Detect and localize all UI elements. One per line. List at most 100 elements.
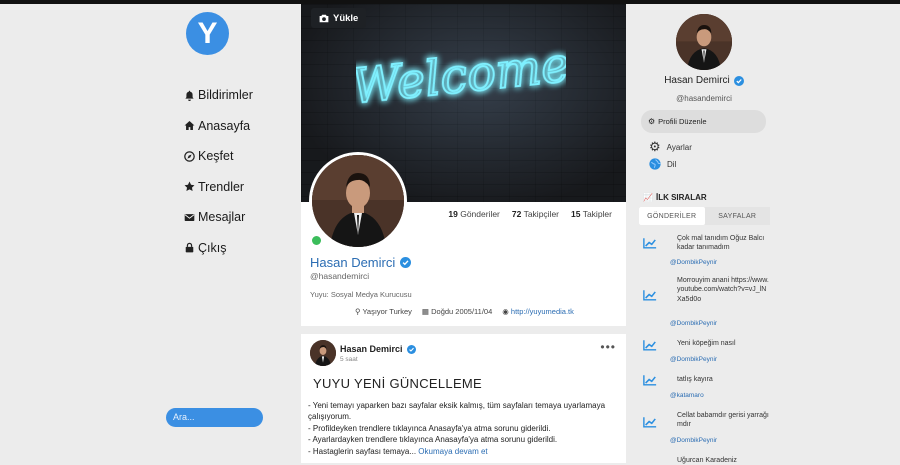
birthday: ▦ Doğdu 2005/11/04 (422, 307, 492, 316)
birthday-text: Doğdu 2005/11/04 (431, 307, 493, 316)
trend-text: Yeni köpeğim nasıl (677, 340, 736, 347)
star-icon (184, 181, 195, 192)
sidebar-user-name: Hasan Demirci (637, 75, 771, 86)
trend-text: Uğurcan Karadeniz (677, 457, 737, 464)
compass-icon (184, 150, 195, 162)
post-line: - Profildeyken trendlere tıklayınca Anas… (308, 423, 551, 433)
lock-icon (185, 243, 194, 253)
location-text: Yaşıyor Turkey (362, 307, 412, 316)
post-line: çalışıyorum. (308, 412, 352, 422)
app-logo[interactable]: Y (186, 12, 229, 55)
post-line: - Ayarlardayken trendlere tıklayınca Ana… (308, 435, 558, 445)
logo-letter: Y (197, 16, 218, 50)
sidebar-name-text: Hasan Demirci (664, 75, 730, 86)
trend-user[interactable]: @DombikPeynir (670, 259, 717, 266)
trends-tabs: GÖNDERİLER SAYFALAR (639, 207, 770, 225)
post-line-last: - Hastaglerin sayfası temaya... Okumaya … (308, 446, 620, 457)
read-more-link[interactable]: Okumaya devam et (418, 447, 487, 456)
nav-item-messages[interactable]: Mesajlar (184, 202, 253, 233)
trend-line-icon (643, 417, 657, 428)
website-link[interactable]: http://yuyumedia.tk (511, 307, 574, 316)
nav-item-explore[interactable]: Keşfet (184, 141, 253, 172)
stat-label: Takipler (582, 209, 612, 219)
tab-pages[interactable]: SAYFALAR (705, 207, 771, 225)
trend-text: Çok mal tanıdım Oğuz Balcı kadar tanımad… (677, 235, 765, 252)
sidebar-user-handle: @hasandemirci (676, 94, 732, 103)
post-author-avatar[interactable] (310, 340, 336, 366)
bell-icon (185, 90, 194, 101)
neon-text: Welcome (356, 42, 566, 115)
stat-followers[interactable]: 72 Takipçiler (512, 209, 559, 219)
calendar-icon: ▦ (421, 307, 430, 316)
upload-button[interactable]: Yükle (311, 8, 367, 28)
chart-icon: 📈 (643, 193, 653, 202)
profile-name: Hasan Demirci (310, 255, 412, 270)
nav-item-notifications[interactable]: Bildirimler (184, 80, 253, 111)
trend-line-icon (643, 238, 657, 249)
edit-profile-label: Profili Düzenle (658, 117, 707, 126)
nav-item-home[interactable]: Anasayfa (184, 111, 253, 142)
trend-text: Morrouyim anani https://www.youtube.com/… (677, 277, 769, 303)
post-time: 5 saat (340, 356, 358, 363)
trend-user[interactable]: @DombikPeynir (670, 437, 717, 444)
post-body: - Yeni temayı yaparken bazı sayfalar eks… (308, 400, 620, 457)
location: ⚲ Yaşıyor Turkey (355, 307, 412, 316)
section-divider (301, 326, 626, 334)
settings-link[interactable]: ⚙ Ayarlar (649, 139, 692, 155)
stat-label: Takipçiler (523, 209, 560, 219)
profile-handle: @hasandemirci (310, 271, 370, 281)
nav-label: Mesajlar (198, 210, 246, 225)
post-title: YUYU YENİ GÜNCELLEME (313, 376, 483, 391)
upload-label: Yükle (333, 12, 359, 24)
home-icon (184, 121, 195, 131)
profile-name-text: Hasan Demirci (310, 255, 396, 270)
avatar-photo (310, 340, 336, 366)
website: ◉ http://yuyumedia.tk (502, 307, 574, 316)
profile-bio: Yuyu: Sosyal Medya Kurucusu (310, 290, 412, 299)
stat-count: 19 (448, 209, 458, 219)
language-label: Dil (667, 159, 677, 169)
section-title-text: İLK SIRALAR (655, 193, 707, 202)
trend-user[interactable]: @DombikPeynir (670, 320, 717, 327)
edit-profile-button[interactable]: ⚙ Profili Düzenle (641, 110, 766, 133)
search-input[interactable] (166, 408, 263, 427)
nav-label: Anasayfa (198, 118, 251, 133)
settings-label: Ayarlar (666, 142, 692, 152)
trend-user[interactable]: @katamaro (670, 392, 704, 399)
trend-line-icon (643, 290, 657, 301)
nav-label: Bildirimler (198, 88, 253, 103)
nav-item-logout[interactable]: Çıkış (184, 233, 253, 264)
language-link[interactable]: Dil (649, 158, 676, 170)
verified-icon (400, 257, 412, 268)
sidebar-avatar[interactable] (676, 14, 732, 70)
avatar-photo (312, 155, 404, 247)
tab-posts[interactable]: GÖNDERİLER (639, 207, 705, 225)
profile-stats: 19 Gönderiler 72 Takipçiler 15 Takipler (448, 209, 612, 219)
globe-icon (649, 158, 661, 170)
profile-avatar[interactable] (309, 152, 407, 250)
trend-text: Cellat babamdır gerisi yarrağımdır (677, 412, 769, 429)
post-author-name: Hasan Demirci (340, 344, 403, 354)
trend-text: tatlış kayıra (677, 376, 713, 383)
stat-following[interactable]: 15 Takipler (571, 209, 612, 219)
gear-icon: ⚙ (648, 117, 656, 126)
post-author[interactable]: Hasan Demirci (340, 344, 416, 354)
stat-posts[interactable]: 19 Gönderiler (448, 209, 500, 219)
neon-welcome-sign: Welcome (356, 42, 566, 116)
verified-icon (733, 75, 744, 86)
profile-meta: ⚲ Yaşıyor Turkey ▦ Doğdu 2005/11/04 ◉ ht… (355, 307, 574, 316)
stat-count: 15 (571, 209, 581, 219)
trend-user[interactable]: @DombikPeynir (670, 356, 717, 363)
trend-line-icon (643, 340, 657, 351)
more-options-icon[interactable]: ••• (600, 340, 616, 354)
online-status-indicator (312, 236, 321, 245)
map-marker-icon: ⚲ (355, 307, 361, 316)
verified-icon (406, 344, 416, 354)
camera-icon (319, 14, 329, 22)
cogs-icon: ⚙ (649, 139, 661, 154)
nav-item-trends[interactable]: Trendler (184, 172, 253, 203)
globe-icon: ◉ (502, 307, 509, 316)
nav-label: Çıkış (198, 240, 227, 255)
top-ranked-section-title: 📈 İLK SIRALAR (643, 193, 707, 202)
avatar-photo (676, 14, 732, 70)
